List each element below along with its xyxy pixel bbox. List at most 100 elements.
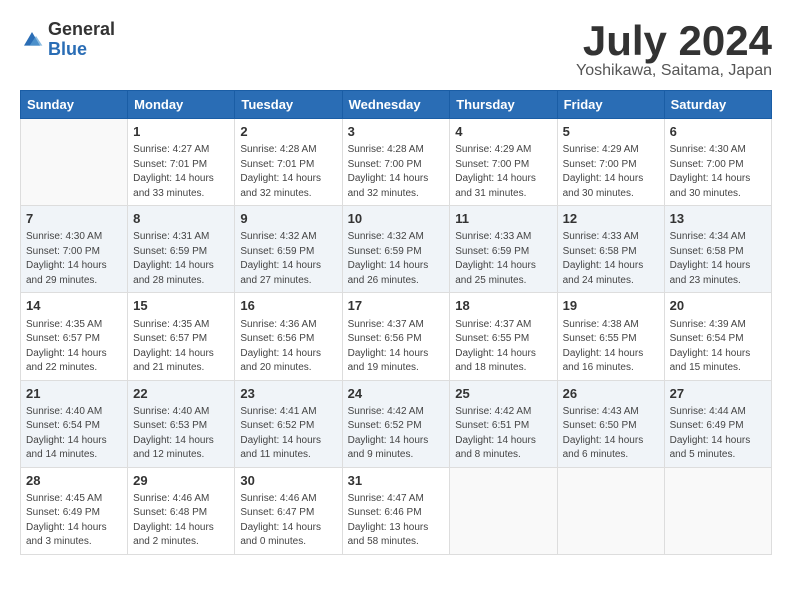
day-number: 3	[348, 123, 445, 141]
day-info: Sunrise: 4:46 AM Sunset: 6:48 PM Dayligh…	[133, 492, 229, 550]
day-number: 5	[563, 123, 659, 141]
calendar-day-cell: 28 Sunrise: 4:45 AM Sunset: 6:49 PM Dayli…	[21, 467, 128, 554]
day-number: 31	[348, 472, 445, 490]
logo-icon	[20, 28, 44, 52]
logo: General Blue	[20, 20, 115, 60]
day-info: Sunrise: 4:37 AM Sunset: 6:56 PM Dayligh…	[348, 318, 445, 376]
calendar-week-row: 7 Sunrise: 4:30 AM Sunset: 7:00 PM Daylig…	[21, 206, 772, 293]
day-number: 28	[26, 472, 122, 490]
calendar-day-cell: 16Sunrise: 4:36 AM Sunset: 6:56 PM Dayli…	[235, 293, 342, 380]
calendar-day-cell: 7 Sunrise: 4:30 AM Sunset: 7:00 PM Daylig…	[21, 206, 128, 293]
calendar-day-cell	[557, 467, 664, 554]
day-number: 12	[563, 210, 659, 228]
weekday-header-row: SundayMondayTuesdayWednesdayThursdayFrid…	[21, 91, 772, 119]
calendar-day-cell: 25 Sunrise: 4:42 AM Sunset: 6:51 PM Dayli…	[450, 380, 557, 467]
calendar-day-cell: 20Sunrise: 4:39 AM Sunset: 6:54 PM Dayli…	[664, 293, 771, 380]
weekday-header-sunday: Sunday	[21, 91, 128, 119]
day-number: 27	[670, 385, 766, 403]
calendar-day-cell: 9 Sunrise: 4:32 AM Sunset: 6:59 PM Daylig…	[235, 206, 342, 293]
calendar-week-row: 28 Sunrise: 4:45 AM Sunset: 6:49 PM Dayli…	[21, 467, 772, 554]
day-number: 29	[133, 472, 229, 490]
day-info: Sunrise: 4:44 AM Sunset: 6:49 PM Dayligh…	[670, 405, 766, 463]
title-block: July 2024 Yoshikawa, Saitama, Japan	[576, 20, 772, 80]
day-info: Sunrise: 4:42 AM Sunset: 6:52 PM Dayligh…	[348, 405, 445, 463]
logo-text: General Blue	[48, 20, 115, 60]
calendar-location: Yoshikawa, Saitama, Japan	[576, 62, 772, 80]
calendar-day-cell: 1Sunrise: 4:27 AM Sunset: 7:01 PM Daylig…	[128, 119, 235, 206]
day-number: 17	[348, 297, 445, 315]
weekday-header-saturday: Saturday	[664, 91, 771, 119]
calendar-day-cell: 11 Sunrise: 4:33 AM Sunset: 6:59 PM Dayli…	[450, 206, 557, 293]
day-info: Sunrise: 4:36 AM Sunset: 6:56 PM Dayligh…	[240, 318, 336, 376]
calendar-day-cell: 12 Sunrise: 4:33 AM Sunset: 6:58 PM Dayli…	[557, 206, 664, 293]
day-info: Sunrise: 4:35 AM Sunset: 6:57 PM Dayligh…	[133, 318, 229, 376]
day-number: 10	[348, 210, 445, 228]
day-number: 14	[26, 297, 122, 315]
day-info: Sunrise: 4:31 AM Sunset: 6:59 PM Dayligh…	[133, 230, 229, 288]
day-number: 1	[133, 123, 229, 141]
day-info: Sunrise: 4:29 AM Sunset: 7:00 PM Dayligh…	[455, 143, 551, 201]
calendar-week-row: 14 Sunrise: 4:35 AM Sunset: 6:57 PM Dayli…	[21, 293, 772, 380]
calendar-day-cell	[664, 467, 771, 554]
calendar-day-cell: 2 Sunrise: 4:28 AM Sunset: 7:01 PM Daylig…	[235, 119, 342, 206]
calendar-day-cell: 6Sunrise: 4:30 AM Sunset: 7:00 PM Daylig…	[664, 119, 771, 206]
day-number: 26	[563, 385, 659, 403]
day-number: 13	[670, 210, 766, 228]
day-info: Sunrise: 4:35 AM Sunset: 6:57 PM Dayligh…	[26, 318, 122, 376]
calendar-day-cell: 31Sunrise: 4:47 AM Sunset: 6:46 PM Dayli…	[342, 467, 450, 554]
calendar-week-row: 21 Sunrise: 4:40 AM Sunset: 6:54 PM Dayli…	[21, 380, 772, 467]
calendar-day-cell: 29 Sunrise: 4:46 AM Sunset: 6:48 PM Dayli…	[128, 467, 235, 554]
day-number: 25	[455, 385, 551, 403]
day-info: Sunrise: 4:42 AM Sunset: 6:51 PM Dayligh…	[455, 405, 551, 463]
calendar-day-cell: 18 Sunrise: 4:37 AM Sunset: 6:55 PM Dayli…	[450, 293, 557, 380]
day-info: Sunrise: 4:41 AM Sunset: 6:52 PM Dayligh…	[240, 405, 336, 463]
weekday-header-wednesday: Wednesday	[342, 91, 450, 119]
day-number: 22	[133, 385, 229, 403]
day-number: 2	[240, 123, 336, 141]
day-number: 23	[240, 385, 336, 403]
day-number: 20	[670, 297, 766, 315]
day-info: Sunrise: 4:40 AM Sunset: 6:54 PM Dayligh…	[26, 405, 122, 463]
day-number: 21	[26, 385, 122, 403]
calendar-day-cell: 14 Sunrise: 4:35 AM Sunset: 6:57 PM Dayli…	[21, 293, 128, 380]
day-info: Sunrise: 4:28 AM Sunset: 7:01 PM Dayligh…	[240, 143, 336, 201]
calendar-table: SundayMondayTuesdayWednesdayThursdayFrid…	[20, 90, 772, 555]
day-info: Sunrise: 4:32 AM Sunset: 6:59 PM Dayligh…	[348, 230, 445, 288]
calendar-day-cell: 15Sunrise: 4:35 AM Sunset: 6:57 PM Dayli…	[128, 293, 235, 380]
day-number: 24	[348, 385, 445, 403]
day-info: Sunrise: 4:45 AM Sunset: 6:49 PM Dayligh…	[26, 492, 122, 550]
day-number: 30	[240, 472, 336, 490]
day-number: 18	[455, 297, 551, 315]
logo-general-text: General	[48, 20, 115, 40]
calendar-day-cell: 19Sunrise: 4:38 AM Sunset: 6:55 PM Dayli…	[557, 293, 664, 380]
page-header: General Blue July 2024 Yoshikawa, Saitam…	[20, 20, 772, 80]
logo-blue-text: Blue	[48, 40, 115, 60]
calendar-day-cell	[450, 467, 557, 554]
calendar-day-cell: 10 Sunrise: 4:32 AM Sunset: 6:59 PM Dayli…	[342, 206, 450, 293]
day-number: 9	[240, 210, 336, 228]
calendar-day-cell: 23 Sunrise: 4:41 AM Sunset: 6:52 PM Dayli…	[235, 380, 342, 467]
day-info: Sunrise: 4:32 AM Sunset: 6:59 PM Dayligh…	[240, 230, 336, 288]
calendar-day-cell: 13 Sunrise: 4:34 AM Sunset: 6:58 PM Dayli…	[664, 206, 771, 293]
day-number: 7	[26, 210, 122, 228]
day-info: Sunrise: 4:46 AM Sunset: 6:47 PM Dayligh…	[240, 492, 336, 550]
day-info: Sunrise: 4:37 AM Sunset: 6:55 PM Dayligh…	[455, 318, 551, 376]
weekday-header-friday: Friday	[557, 91, 664, 119]
calendar-day-cell: 5Sunrise: 4:29 AM Sunset: 7:00 PM Daylig…	[557, 119, 664, 206]
weekday-header-tuesday: Tuesday	[235, 91, 342, 119]
day-info: Sunrise: 4:40 AM Sunset: 6:53 PM Dayligh…	[133, 405, 229, 463]
day-info: Sunrise: 4:33 AM Sunset: 6:58 PM Dayligh…	[563, 230, 659, 288]
calendar-day-cell: 22 Sunrise: 4:40 AM Sunset: 6:53 PM Dayli…	[128, 380, 235, 467]
weekday-header-thursday: Thursday	[450, 91, 557, 119]
calendar-day-cell: 21 Sunrise: 4:40 AM Sunset: 6:54 PM Dayli…	[21, 380, 128, 467]
calendar-day-cell: 30 Sunrise: 4:46 AM Sunset: 6:47 PM Dayli…	[235, 467, 342, 554]
calendar-day-cell: 24 Sunrise: 4:42 AM Sunset: 6:52 PM Dayli…	[342, 380, 450, 467]
weekday-header-monday: Monday	[128, 91, 235, 119]
calendar-day-cell: 17 Sunrise: 4:37 AM Sunset: 6:56 PM Dayli…	[342, 293, 450, 380]
day-info: Sunrise: 4:38 AM Sunset: 6:55 PM Dayligh…	[563, 318, 659, 376]
day-number: 11	[455, 210, 551, 228]
day-info: Sunrise: 4:30 AM Sunset: 7:00 PM Dayligh…	[26, 230, 122, 288]
day-info: Sunrise: 4:34 AM Sunset: 6:58 PM Dayligh…	[670, 230, 766, 288]
day-info: Sunrise: 4:33 AM Sunset: 6:59 PM Dayligh…	[455, 230, 551, 288]
calendar-title: July 2024	[576, 20, 772, 62]
